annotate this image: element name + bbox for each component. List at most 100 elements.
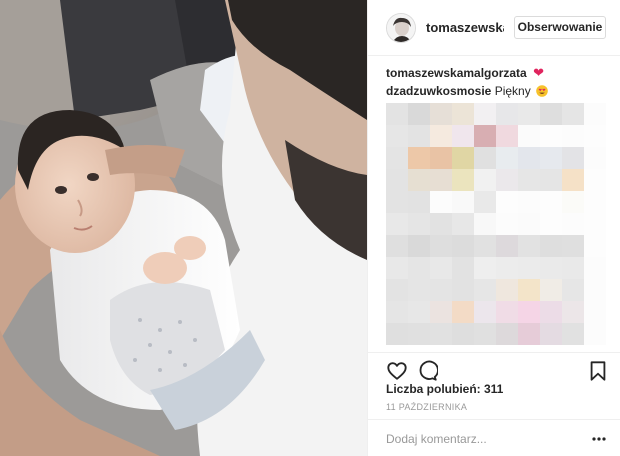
pixel-block [430, 125, 452, 147]
pixel-block [430, 279, 452, 301]
comment-author[interactable]: tomaszewskamalgorzata [386, 66, 527, 80]
pixel-block [518, 235, 540, 257]
comment-bubble-icon[interactable] [416, 360, 438, 382]
pixel-block [474, 103, 496, 125]
comment-input[interactable] [386, 429, 576, 449]
pixel-grid [386, 103, 606, 345]
comment-author[interactable]: dzadzuwkosmosie [386, 84, 491, 98]
pixel-block [562, 279, 584, 301]
pixel-block [408, 147, 430, 169]
post-side-panel: tomaszewskar Obserwowanie tomaszewskamal… [367, 0, 620, 456]
add-comment-bar [368, 419, 620, 456]
pixel-block [452, 103, 474, 125]
pixel-block [408, 125, 430, 147]
pixel-block [474, 169, 496, 191]
follow-button[interactable]: Obserwowanie [514, 16, 606, 39]
pixel-block [452, 213, 474, 235]
pixel-block [540, 191, 562, 213]
pixel-block [386, 125, 408, 147]
pixel-block [496, 235, 518, 257]
red-heart-emoji-icon: ❤ [533, 65, 544, 80]
post-photo[interactable] [0, 0, 367, 456]
pixel-block [518, 103, 540, 125]
pixel-block [474, 323, 496, 345]
pixel-block [584, 125, 606, 147]
comment-text: Piękny [494, 84, 531, 98]
pixel-block [518, 279, 540, 301]
pixel-block [430, 191, 452, 213]
avatar[interactable] [386, 13, 416, 43]
pixel-block [584, 301, 606, 323]
pixel-block [540, 169, 562, 191]
pixel-block [496, 169, 518, 191]
likes-count[interactable]: Liczba polubień: 311 [386, 382, 503, 396]
pixel-block [518, 257, 540, 279]
pixel-block [562, 103, 584, 125]
action-bar [368, 352, 620, 382]
post-header: tomaszewskar Obserwowanie [368, 0, 620, 56]
pixel-block [540, 103, 562, 125]
pixel-block [430, 257, 452, 279]
pixel-block [496, 323, 518, 345]
pixel-block [540, 279, 562, 301]
comment: tomaszewskamalgorzata ❤ [386, 64, 606, 82]
pixel-block [408, 279, 430, 301]
more-options-icon[interactable] [592, 437, 606, 441]
pixel-block [430, 169, 452, 191]
pixel-block [408, 257, 430, 279]
bookmark-icon[interactable] [587, 360, 609, 382]
pixel-block [562, 213, 584, 235]
heart-outline-icon[interactable] [386, 360, 408, 382]
post-date[interactable]: 11 PAŹDZIERNIKA [386, 402, 467, 412]
pixel-block [584, 279, 606, 301]
pixel-block [430, 213, 452, 235]
pixel-block [408, 235, 430, 257]
pixel-block [386, 323, 408, 345]
pixel-block [408, 103, 430, 125]
pixel-block [408, 213, 430, 235]
pixelated-comments-block [386, 103, 606, 347]
pixel-block [496, 279, 518, 301]
pixel-block [584, 103, 606, 125]
pixel-block [540, 301, 562, 323]
pixel-block [584, 191, 606, 213]
pixel-block [386, 213, 408, 235]
pixel-block [518, 323, 540, 345]
pixel-block [408, 301, 430, 323]
pixel-block [562, 235, 584, 257]
pixel-block [386, 235, 408, 257]
pixel-block [540, 213, 562, 235]
avatar-portrait-icon [387, 14, 415, 42]
pixel-block [584, 169, 606, 191]
username[interactable]: tomaszewskar [426, 20, 504, 35]
pixel-block [408, 191, 430, 213]
pixel-block [430, 323, 452, 345]
pixel-block [584, 323, 606, 345]
pixel-block [518, 301, 540, 323]
pixel-block [518, 169, 540, 191]
pixel-block [452, 191, 474, 213]
pixel-block [496, 191, 518, 213]
post-photo-illustration [0, 0, 367, 456]
pixel-block [452, 301, 474, 323]
pixel-block [408, 169, 430, 191]
pixel-block [562, 301, 584, 323]
pixel-block [386, 147, 408, 169]
pixel-block [452, 147, 474, 169]
pixel-block [518, 191, 540, 213]
pixel-block [496, 103, 518, 125]
pixel-block [408, 323, 430, 345]
pixel-block [474, 279, 496, 301]
pixel-block [562, 323, 584, 345]
pixel-block [584, 235, 606, 257]
pixel-block [386, 169, 408, 191]
pixel-block [584, 147, 606, 169]
pixel-block [474, 235, 496, 257]
pixel-block [496, 147, 518, 169]
pixel-block [452, 279, 474, 301]
pixel-block [474, 125, 496, 147]
pixel-block [496, 301, 518, 323]
comment: dzadzuwkosmosie Piękny [386, 82, 606, 100]
pixel-block [474, 191, 496, 213]
pixel-block [452, 323, 474, 345]
